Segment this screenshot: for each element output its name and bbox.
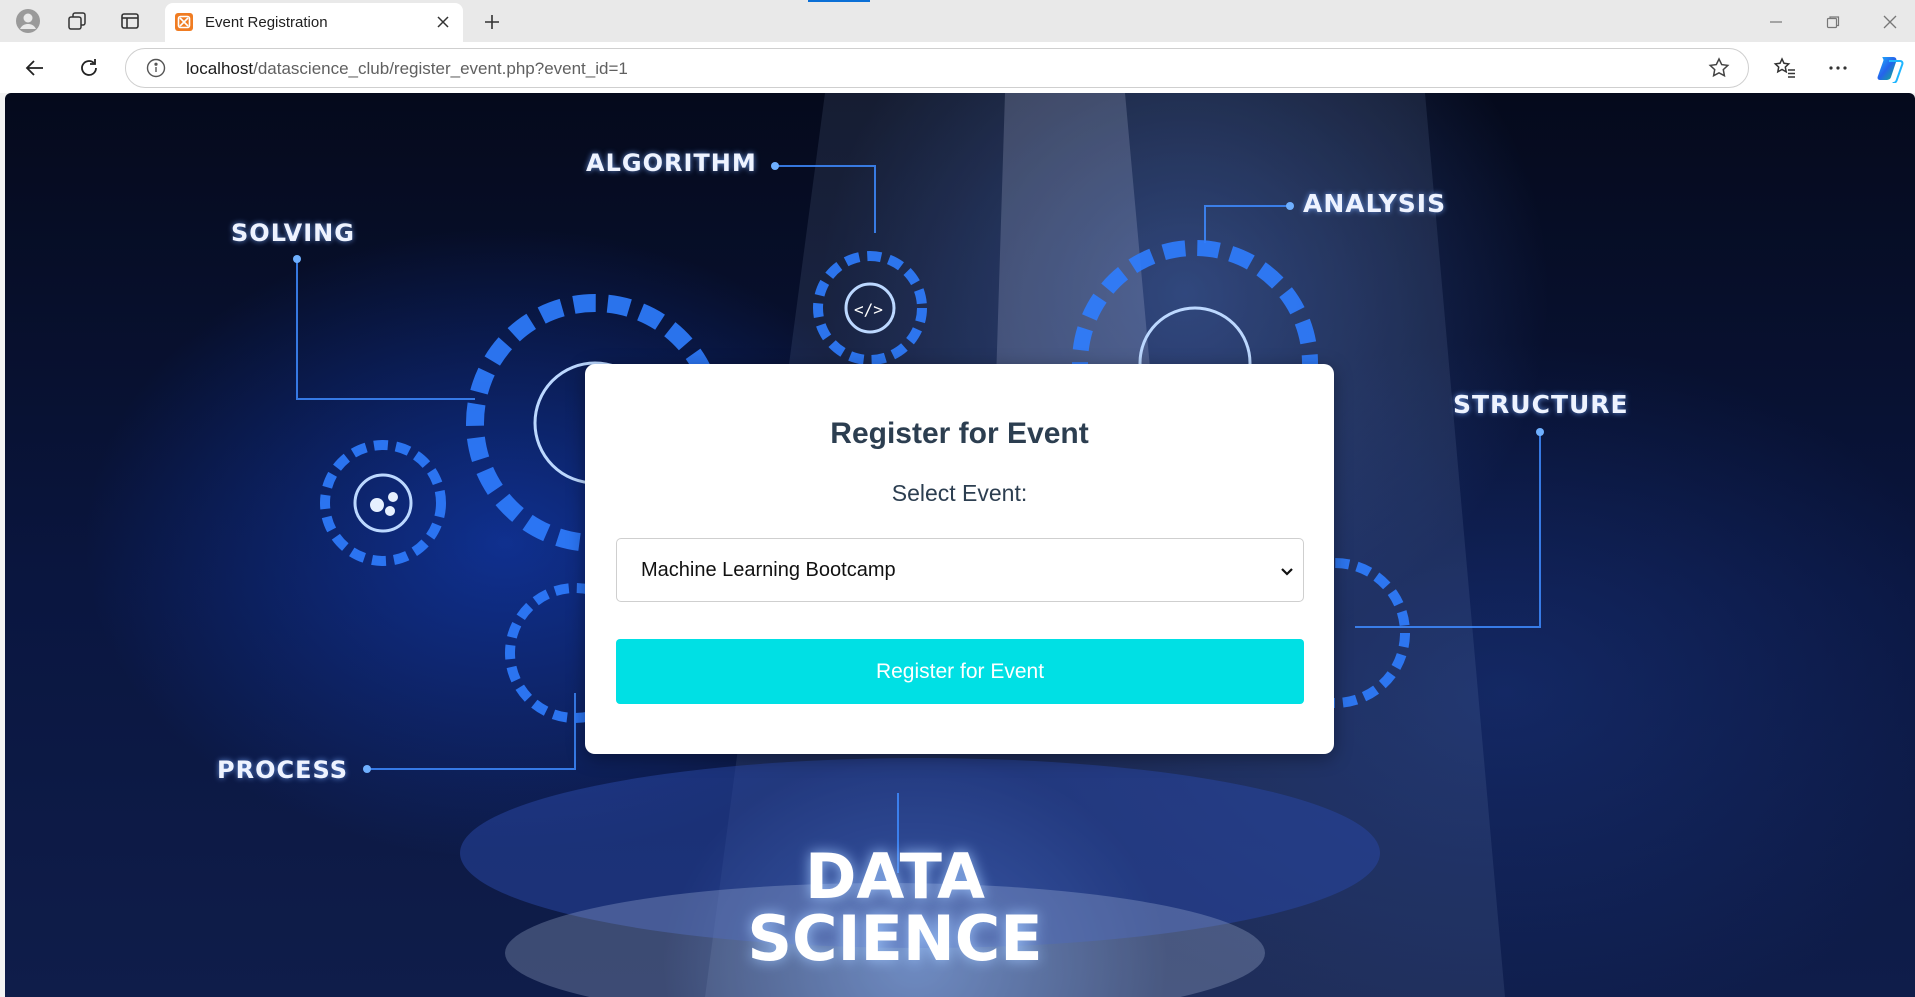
profile-icon[interactable] [14, 7, 42, 35]
label-algorithm: ALGORITHM [586, 149, 757, 177]
close-tab-icon[interactable] [433, 12, 453, 32]
url-host: localhost [186, 59, 254, 78]
restore-button[interactable] [1821, 10, 1845, 34]
selected-event-value: Machine Learning Bootcamp [641, 559, 896, 581]
chevron-down-icon [1279, 563, 1295, 579]
register-button[interactable]: Register for Event [616, 639, 1304, 704]
minimize-button[interactable] [1764, 10, 1788, 34]
favorite-star-icon[interactable] [1708, 57, 1730, 79]
workspaces-icon[interactable] [63, 7, 91, 35]
label-solving: SOLVING [231, 219, 355, 247]
vertical-tabs-icon[interactable] [116, 7, 144, 35]
url-text: localhost/datascience_club/register_even… [186, 59, 628, 79]
site-info-icon[interactable] [146, 58, 166, 78]
label-structure: STRUCTURE [1453, 390, 1629, 419]
browser-toolbar: localhost/datascience_club/register_even… [0, 42, 1915, 93]
new-tab-button[interactable] [478, 8, 506, 36]
label-data: DATA [804, 840, 986, 913]
tab-strip: Event Registration [0, 0, 1915, 42]
favorites-icon[interactable] [1769, 52, 1801, 84]
copilot-icon[interactable] [1874, 52, 1906, 84]
tab-strip-accent [808, 0, 870, 2]
select-event-label: Select Event: [891, 480, 1028, 506]
close-window-button[interactable] [1878, 10, 1902, 34]
url-path: /datascience_club/register_event.php?eve… [253, 59, 628, 78]
xampp-icon [175, 13, 193, 31]
event-select[interactable]: Machine Learning Bootcamp [616, 538, 1304, 602]
tab-event-registration[interactable]: Event Registration [165, 3, 463, 42]
address-bar[interactable]: localhost/datascience_club/register_even… [125, 48, 1749, 88]
refresh-button[interactable] [73, 52, 105, 84]
tab-title: Event Registration [205, 14, 328, 31]
label-process: PROCESS [217, 756, 348, 784]
label-science: SCIENCE [747, 902, 1043, 975]
back-button[interactable] [19, 52, 51, 84]
label-analysis: ANALYSIS [1303, 189, 1447, 218]
more-menu-icon[interactable] [1822, 52, 1854, 84]
registration-card: Register for Event Select Event: Machine… [585, 364, 1334, 754]
form-heading: Register for Event [830, 417, 1089, 450]
svg-text:</>: </> [854, 300, 883, 319]
